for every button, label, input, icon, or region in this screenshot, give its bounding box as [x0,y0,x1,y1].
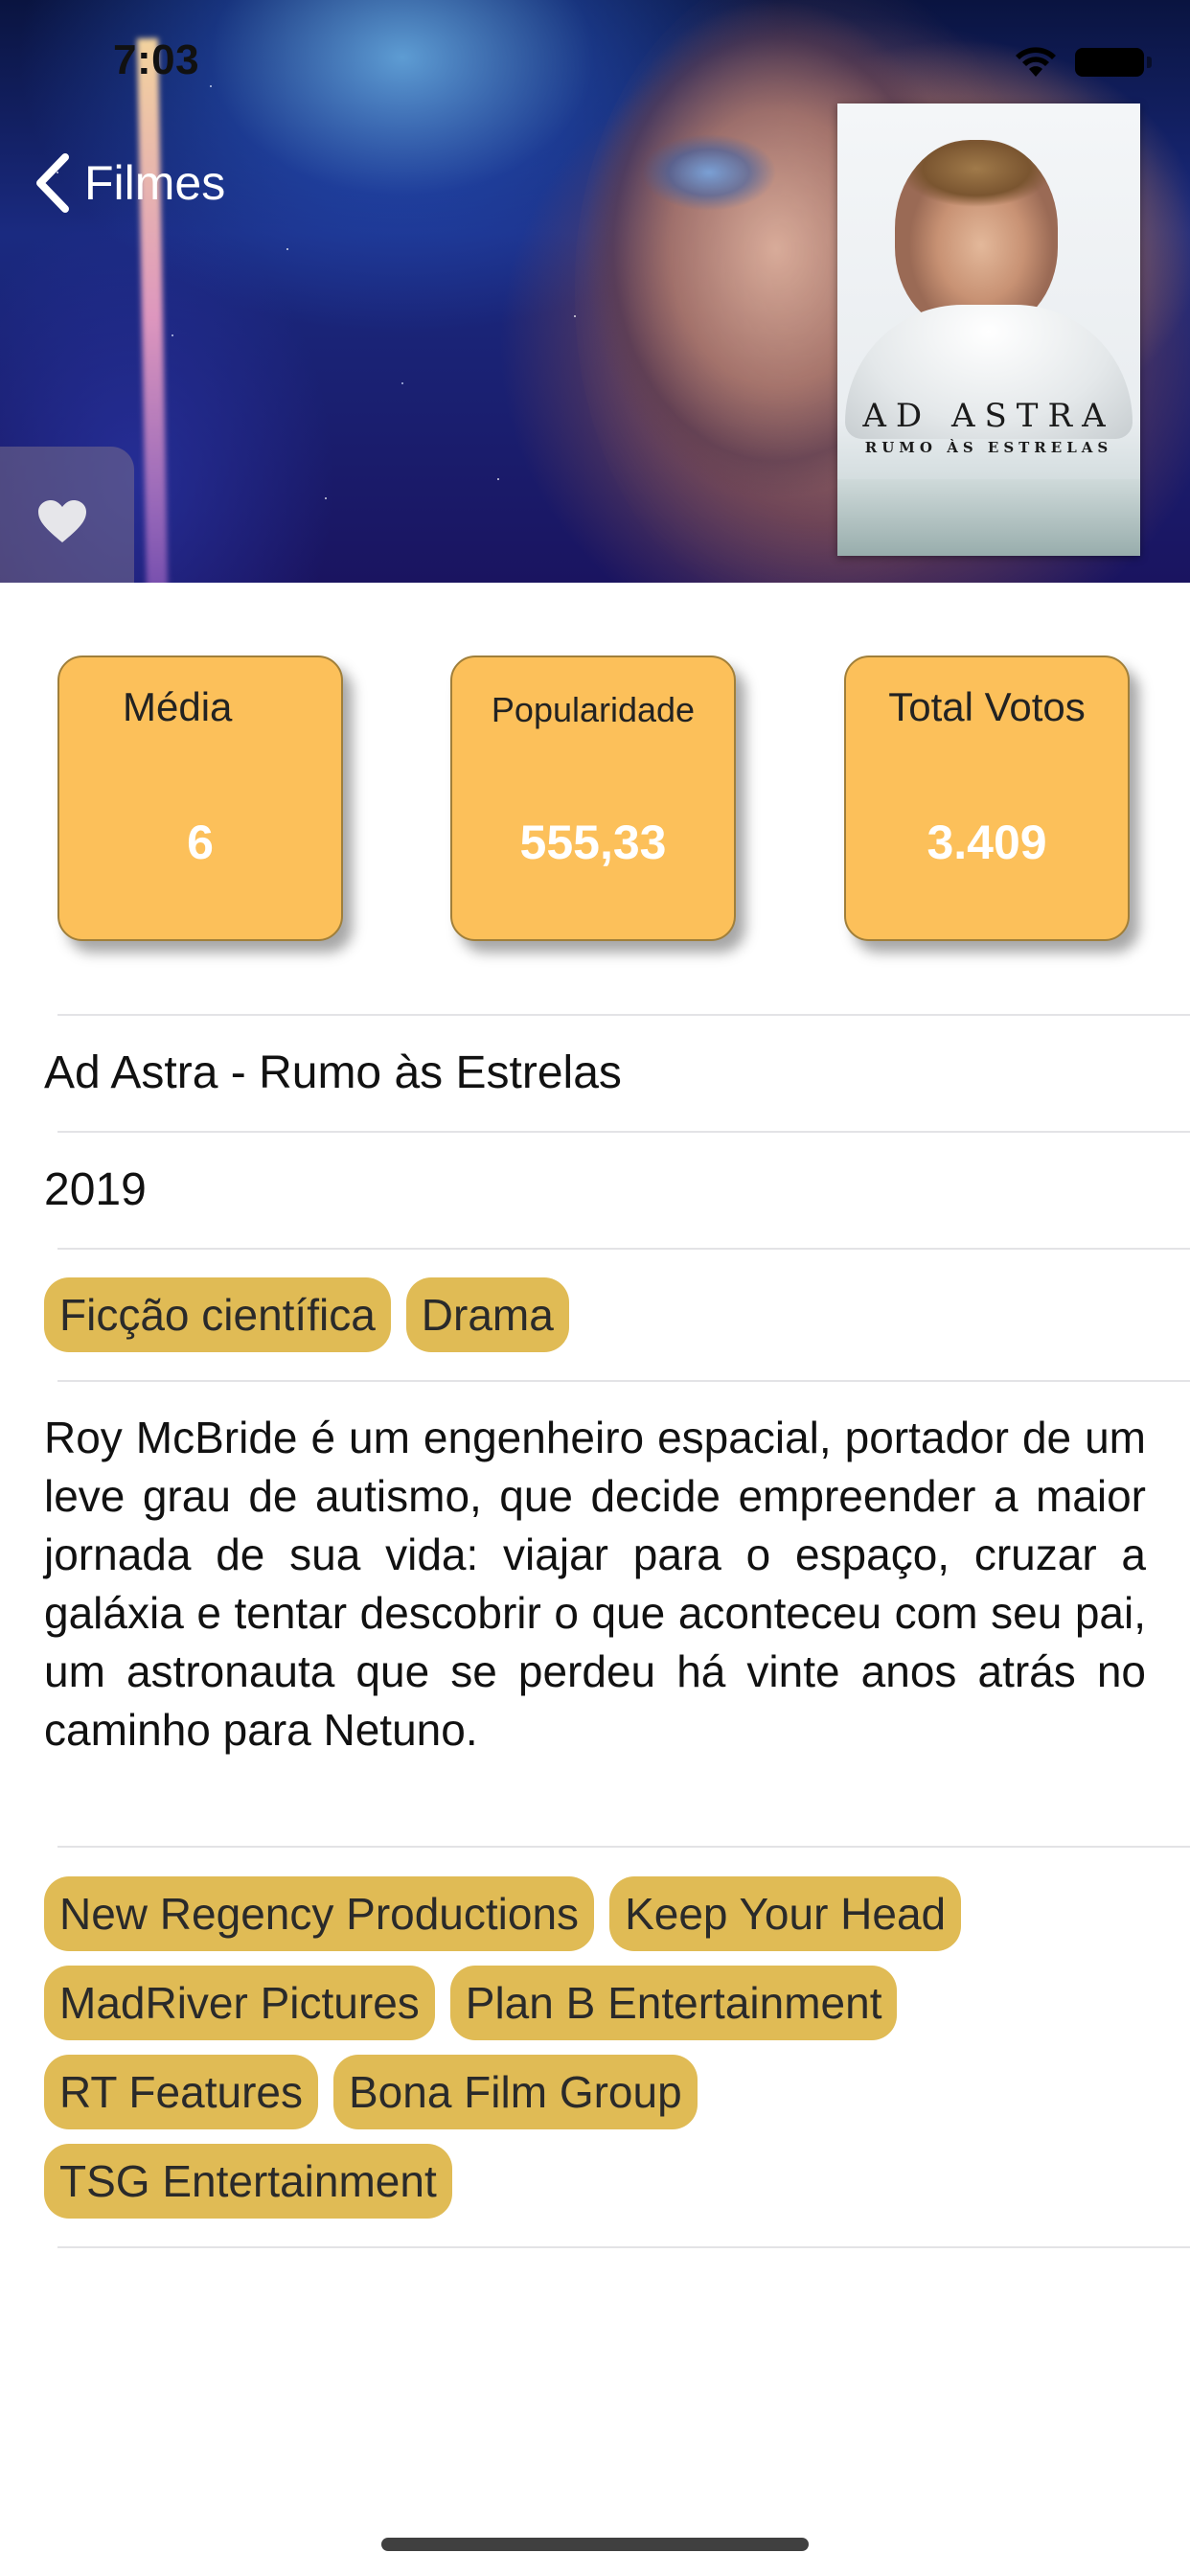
stat-card-media: Média 6 [57,656,343,941]
poster-landscape [837,479,1140,556]
company-chip: Bona Film Group [332,2055,698,2129]
company-row: RT Features Bona Film Group [44,2055,1146,2129]
stat-label-media: Média [123,684,233,729]
poster-portrait [895,140,1058,332]
home-indicator[interactable] [381,2538,809,2551]
stat-label-total-votos: Total Votos [888,684,1086,729]
divider [57,1846,1190,1848]
genre-chip: Ficção científica [44,1277,391,1352]
stat-value-popularidade: 555,33 [519,816,667,869]
company-row: TSG Entertainment [44,2144,1146,2219]
stat-card-popularidade: Popularidade 555,33 [450,656,736,941]
divider [57,1014,1190,1016]
company-chip: RT Features [44,2055,318,2129]
status-time: 7:03 [113,36,200,83]
divider [57,2246,1190,2248]
company-row: MadRiver Pictures Plan B Entertainment [44,1966,1146,2040]
movie-year: 2019 [44,1164,147,1215]
stat-card-total-votos: Total Votos 3.409 [844,656,1130,941]
genre-chip: Drama [405,1277,569,1352]
poster-subtitle: RUMO ÀS ESTRELAS [864,439,1113,456]
chevron-left-icon [34,153,73,213]
divider [57,1248,1190,1250]
movie-title: Ad Astra - Rumo às Estrelas [44,1047,622,1098]
company-chip: Keep Your Head [609,1876,962,1951]
movie-overview: Roy McBride é um engenheiro espacial, po… [44,1413,1146,1755]
production-companies: New Regency Productions Keep Your Head M… [44,1876,1146,2233]
movie-poster: AD ASTRA RUMO ÀS ESTRELAS [837,104,1140,556]
stat-label-popularidade: Popularidade [491,690,696,729]
divider [57,1131,1190,1133]
favorite-button[interactable] [0,447,134,583]
status-icons [1014,46,1152,79]
heart-icon [38,485,88,544]
stat-value-media: 6 [187,816,214,869]
stat-value-total-votos: 3.409 [927,816,1047,869]
wifi-icon [1014,46,1058,79]
poster-title: AD ASTRA [862,397,1115,435]
battery-icon [1075,48,1152,77]
company-row: New Regency Productions Keep Your Head [44,1876,1146,1951]
back-button[interactable]: Filmes [34,153,225,213]
company-chip: New Regency Productions [44,1876,595,1951]
back-label: Filmes [84,156,226,210]
company-chip: MadRiver Pictures [44,1966,435,2040]
company-chip: TSG Entertainment [44,2144,452,2219]
divider [57,1380,1190,1382]
company-chip: Plan B Entertainment [449,1966,898,2040]
genre-list: Ficção científica Drama [44,1277,584,1352]
